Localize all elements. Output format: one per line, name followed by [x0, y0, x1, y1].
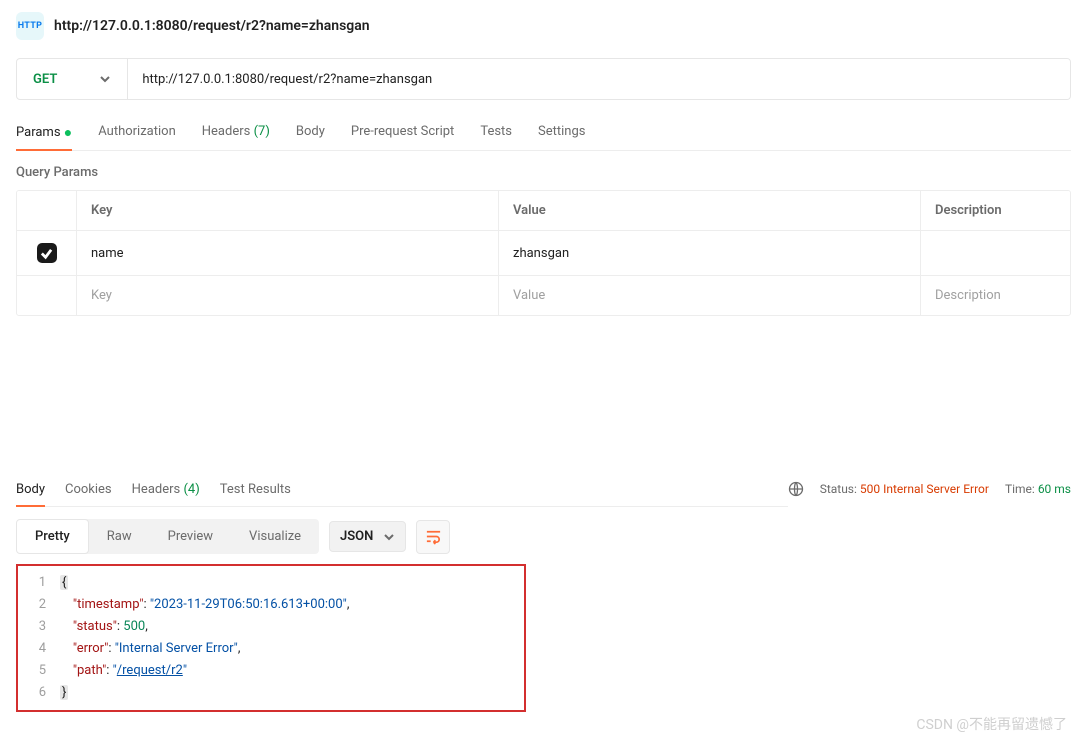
col-description: Description — [921, 191, 1070, 230]
method-label: GET — [33, 72, 57, 87]
table-header-row: Key Value Description — [17, 191, 1070, 231]
method-selector[interactable]: GET — [17, 59, 128, 99]
row-checkbox[interactable] — [37, 243, 57, 263]
params-active-dot-icon: ● — [64, 125, 72, 141]
resp-tab-testresults[interactable]: Test Results — [220, 476, 291, 506]
request-tabs: Params ● Authorization Headers (7) Body … — [16, 118, 1071, 151]
request-title: http://127.0.0.1:8080/request/r2?name=zh… — [54, 18, 370, 34]
request-bar: GET — [16, 58, 1071, 100]
http-badge-icon: HTTP — [16, 12, 44, 40]
status-value: 500 Internal Server Error — [860, 482, 989, 496]
response-viewbar: Pretty Raw Preview Visualize JSON — [16, 519, 1071, 554]
globe-icon[interactable] — [788, 481, 804, 497]
tab-body[interactable]: Body — [296, 118, 325, 150]
wrap-lines-button[interactable] — [416, 520, 450, 554]
param-value-cell[interactable]: zhansgan — [499, 231, 921, 275]
param-desc-placeholder[interactable]: Description — [921, 276, 1070, 315]
param-key-placeholder[interactable]: Key — [77, 276, 499, 315]
resp-tab-headers[interactable]: Headers (4) — [132, 476, 200, 506]
resp-tab-body[interactable]: Body — [16, 476, 45, 506]
tab-authorization[interactable]: Authorization — [98, 118, 176, 150]
table-row-empty: Key Value Description — [17, 276, 1070, 315]
response-meta: Status: 500 Internal Server Error Time: … — [788, 481, 1071, 503]
time-value: 60 ms — [1038, 482, 1071, 496]
watermark: CSDN @不能再留遗憾了 — [916, 714, 1067, 734]
param-value-placeholder[interactable]: Value — [499, 276, 921, 315]
chevron-down-icon — [383, 531, 395, 543]
tab-settings[interactable]: Settings — [538, 118, 585, 150]
view-visualize[interactable]: Visualize — [231, 519, 319, 554]
format-selector[interactable]: JSON — [329, 521, 406, 552]
tab-prerequest[interactable]: Pre-request Script — [351, 118, 454, 150]
param-desc-cell[interactable] — [921, 231, 1070, 275]
tab-params[interactable]: Params ● — [16, 118, 72, 150]
tab-headers[interactable]: Headers (7) — [202, 118, 270, 150]
tab-tests[interactable]: Tests — [480, 118, 512, 150]
col-key: Key — [77, 191, 499, 230]
param-key-cell[interactable]: name — [77, 231, 499, 275]
query-params-title: Query Params — [16, 165, 1071, 180]
view-raw[interactable]: Raw — [89, 519, 150, 554]
title-bar: HTTP http://127.0.0.1:8080/request/r2?na… — [16, 12, 1071, 40]
query-params-table: Key Value Description name zhansgan Key … — [16, 190, 1071, 316]
response-body-json: 1{ 2 "timestamp": "2023-11-29T06:50:16.6… — [16, 564, 526, 712]
chevron-down-icon — [99, 73, 111, 85]
view-pretty[interactable]: Pretty — [16, 519, 89, 554]
view-preview[interactable]: Preview — [150, 519, 231, 554]
response-tabs: Body Cookies Headers (4) Test Results — [16, 476, 788, 507]
resp-tab-cookies[interactable]: Cookies — [65, 476, 112, 506]
url-input[interactable] — [128, 59, 1070, 99]
col-value: Value — [499, 191, 921, 230]
table-row: name zhansgan — [17, 231, 1070, 276]
